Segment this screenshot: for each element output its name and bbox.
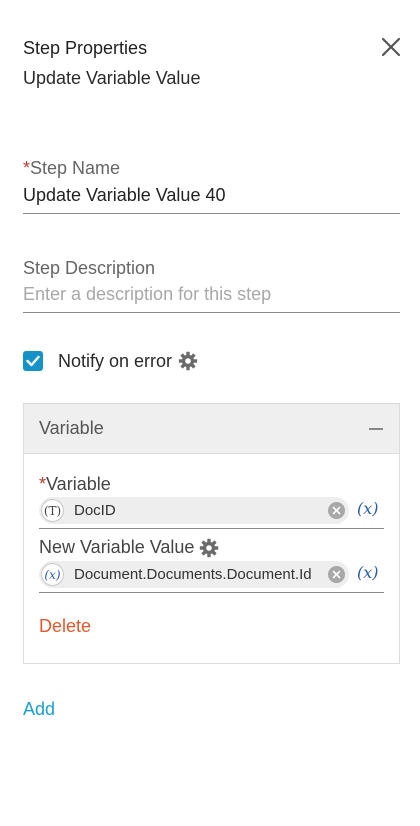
variable-panel: Variable * Variable (T) DocID (x) New Var… — [23, 403, 400, 664]
step-description-input[interactable]: Enter a description for this step — [23, 284, 400, 313]
step-name-label: *Step Name — [23, 158, 120, 179]
variable-label: * Variable — [39, 474, 111, 495]
step-description-placeholder: Enter a description for this step — [23, 284, 272, 304]
close-icon[interactable] — [380, 36, 402, 58]
collapse-icon[interactable] — [369, 427, 383, 430]
new-variable-value-label: New Variable Value — [39, 537, 219, 558]
new-value-text: Document.Documents.Document.Id — [74, 566, 312, 583]
gear-icon[interactable] — [178, 351, 198, 371]
clear-icon[interactable] — [328, 566, 345, 583]
variable-value: DocID — [74, 502, 116, 519]
add-button[interactable]: Add — [23, 699, 55, 720]
notify-checkbox[interactable] — [23, 351, 43, 371]
expression-type-icon: (x) — [41, 563, 64, 586]
variable-select[interactable]: (T) DocID (x) — [39, 496, 384, 529]
expression-icon[interactable]: (x) — [357, 563, 379, 582]
step-name-value: Update Variable Value 40 — [23, 185, 226, 205]
step-name-label-text: Step Name — [30, 158, 121, 178]
variable-panel-header[interactable]: Variable — [24, 404, 399, 454]
required-mark: * — [39, 474, 47, 494]
panel-title: Step Properties — [23, 38, 148, 58]
step-name-input[interactable]: Update Variable Value 40 — [23, 185, 400, 214]
new-value-chip[interactable]: (x) Document.Documents.Document.Id — [39, 561, 349, 588]
clear-icon[interactable] — [328, 502, 345, 519]
panel-subtitle: Update Variable Value — [23, 68, 201, 88]
new-variable-value-label-text: New Variable Value — [39, 537, 195, 557]
notify-on-error-row: Notify on error — [23, 349, 198, 373]
new-variable-value-select[interactable]: (x) Document.Documents.Document.Id (x) — [39, 560, 384, 593]
gear-icon[interactable] — [199, 538, 219, 558]
delete-button[interactable]: Delete — [39, 616, 91, 637]
variable-label-text: Variable — [46, 474, 111, 494]
expression-icon[interactable]: (x) — [357, 499, 379, 518]
variable-chip[interactable]: (T) DocID — [39, 497, 349, 524]
step-description-label: Step Description — [23, 258, 156, 278]
required-mark: * — [23, 158, 31, 178]
notify-label: Notify on error — [58, 350, 173, 371]
variable-panel-title: Variable — [39, 418, 104, 438]
text-type-icon: (T) — [41, 499, 64, 522]
